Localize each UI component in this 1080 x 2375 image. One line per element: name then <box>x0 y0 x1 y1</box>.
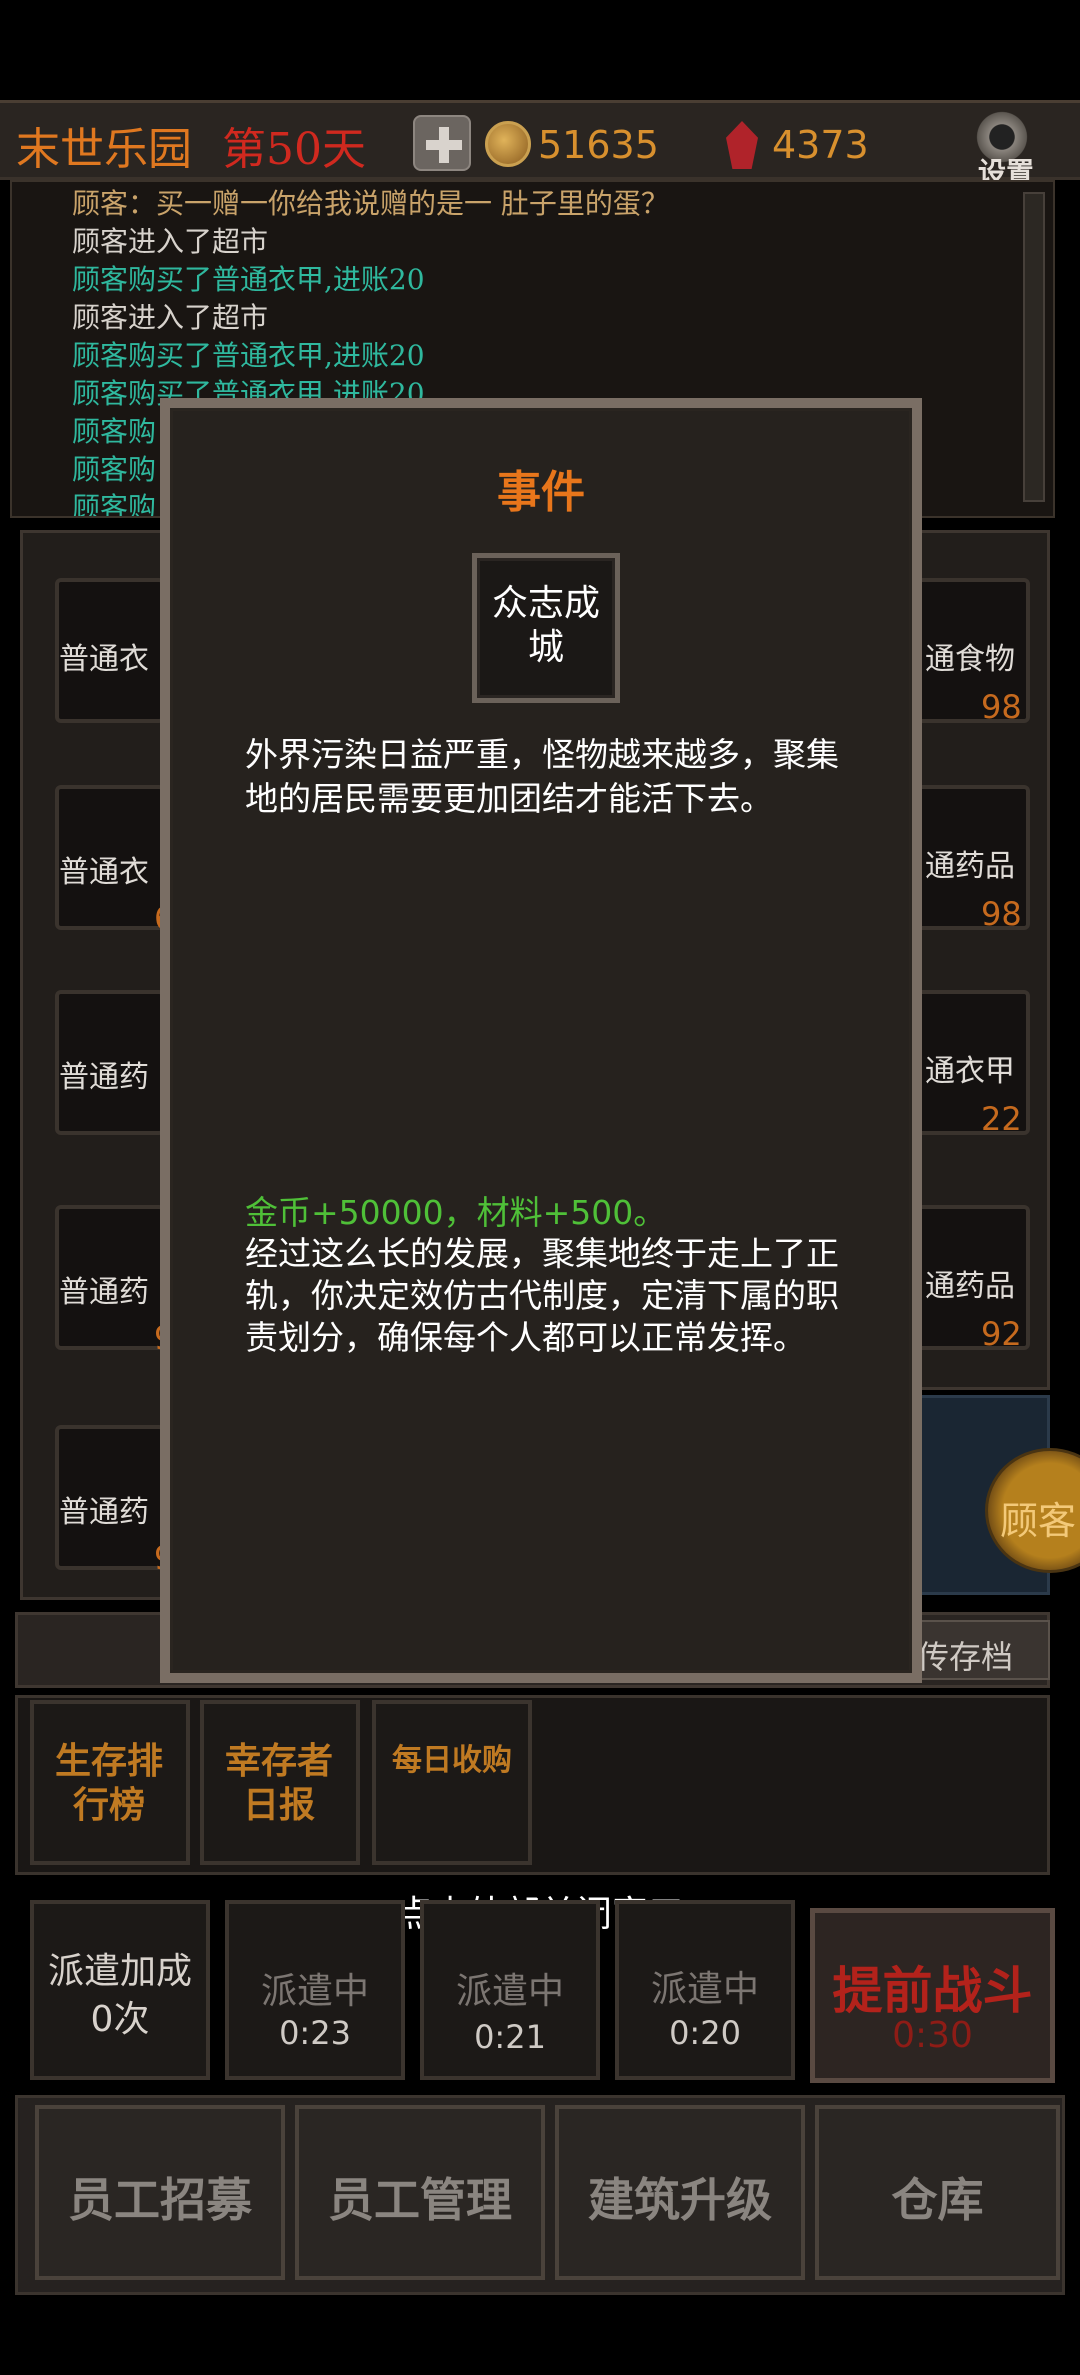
early-battle-button[interactable]: 提前战斗 0:30 <box>810 1908 1055 2083</box>
nav-staff-management-label: 员工管理 <box>328 2173 512 2227</box>
gem-icon <box>726 121 758 169</box>
shelf-slot-label: 通食物 <box>925 642 1015 677</box>
log-line: 顾客购 <box>72 453 157 486</box>
day-counter: 第50天 <box>222 124 366 175</box>
daily-purchase-label: 每日收购 <box>392 1743 512 1778</box>
add-currency-button[interactable] <box>413 115 471 171</box>
shelf-slot-count: 98 <box>981 895 1022 933</box>
shelf-slot-count: 92 <box>981 1315 1022 1353</box>
log-scrollbar[interactable] <box>1023 192 1045 502</box>
shelf-slot-count: 98 <box>981 688 1022 726</box>
daily-purchase-button[interactable]: 每日收购 <box>372 1700 532 1865</box>
survival-ranking-label: 生存排行榜 <box>54 1740 163 1826</box>
save-button-label: 传存档 <box>917 1638 1014 1676</box>
shelf-slot[interactable]: 通衣甲 22 <box>915 990 1030 1138</box>
shelf-slot[interactable]: 普通衣 <box>55 578 165 723</box>
event-description: 外界污染日益严重，怪物越来越多，聚集地的居民需要更加团结才能活下去。 <box>245 735 839 818</box>
dispatch-slot-timer: 0:20 <box>669 2014 741 2052</box>
log-line: 顾客购买了普通衣甲,进账20 <box>72 339 425 372</box>
log-line: 顾客：买一赠一你给我说赠的是一 肚子里的蛋？ <box>72 187 669 220</box>
shelf-slot-label: 普通药 <box>59 1060 149 1095</box>
log-line: 顾客购买了普通衣甲,进账20 <box>72 263 425 296</box>
event-card-name: 众志成城 <box>491 583 600 668</box>
shelf-slot[interactable]: 普通药 <box>55 990 165 1135</box>
shelf-slot[interactable]: 普通药 9 <box>55 1425 174 1577</box>
shelf-slot-label: 普通药 <box>59 1495 149 1530</box>
shelf-slot[interactable]: 通药品 98 <box>915 785 1030 933</box>
shelf-slot[interactable]: 普通药 9 <box>55 1205 174 1357</box>
dispatch-slot[interactable]: 派遣中 0:21 <box>420 1900 600 2080</box>
shelf-slot-label: 普通药 <box>59 1275 149 1310</box>
shelf-slot[interactable]: 普通衣 6 <box>55 785 174 937</box>
log-line: 顾客购 <box>72 491 157 518</box>
coin-icon <box>485 121 531 167</box>
early-battle-label: 提前战斗 <box>832 1961 1033 2020</box>
customer-button-label: 顾客 <box>1000 1499 1077 1543</box>
log-line: 顾客购 <box>72 415 157 448</box>
nav-warehouse-label: 仓库 <box>891 2173 984 2227</box>
survival-ranking-button[interactable]: 生存排行榜 <box>30 1700 190 1865</box>
survivor-daily-label: 幸存者日报 <box>224 1740 333 1826</box>
nav-recruit[interactable]: 员工招募 <box>35 2105 285 2280</box>
shelf-slot-label: 通药品 <box>925 849 1015 884</box>
dispatch-slot-label: 派遣中 <box>650 1969 759 2010</box>
game-title: 末世乐园 <box>16 124 192 175</box>
dispatch-slot[interactable]: 派遣中 0:23 <box>225 1900 405 2080</box>
top-bar: 末世乐园 第50天 51635 4373 设置 <box>0 100 1080 189</box>
dispatch-slot[interactable]: 派遣中 0:20 <box>615 1900 795 2080</box>
event-dialog: 事件 众志成城 外界污染日益严重，怪物越来越多，聚集地的居民需要更加团结才能活下… <box>160 398 922 1683</box>
shelf-slot-label: 通药品 <box>925 1269 1015 1304</box>
dispatch-slot-label: 派遣中 <box>260 1971 369 2012</box>
nav-building-upgrade-label: 建筑升级 <box>588 2173 772 2227</box>
coin-amount: 51635 <box>538 123 659 167</box>
survivor-daily-button[interactable]: 幸存者日报 <box>200 1700 360 1865</box>
dispatch-bonus-count: 0次 <box>90 1999 150 2040</box>
event-card: 众志成城 <box>472 553 620 703</box>
dispatch-bonus-label: 派遣加成 <box>47 1951 192 1992</box>
shelf-slot[interactable]: 通食物 98 <box>915 578 1030 726</box>
event-followup: 经过这么长的发展，聚集地终于走上了正轨，你决定效仿古代制度，定清下属的职责划分，… <box>245 1234 839 1357</box>
log-line: 顾客进入了超市 <box>72 301 269 334</box>
nav-recruit-label: 员工招募 <box>68 2173 252 2227</box>
dialog-title: 事件 <box>497 467 585 518</box>
early-battle-timer: 0:30 <box>892 2015 973 2056</box>
shelf-slot-label: 普通衣 <box>59 855 149 890</box>
dispatch-bonus[interactable]: 派遣加成 0次 <box>30 1900 210 2080</box>
gem-amount: 4373 <box>772 123 869 167</box>
nav-building-upgrade[interactable]: 建筑升级 <box>555 2105 805 2280</box>
shelf-slot-label: 普通衣 <box>59 642 149 677</box>
dispatch-slot-timer: 0:21 <box>474 2018 546 2056</box>
nav-warehouse[interactable]: 仓库 <box>815 2105 1060 2280</box>
event-reward: 金币+50000，材料+500。 <box>245 1193 667 1232</box>
dispatch-slot-timer: 0:23 <box>279 2014 351 2052</box>
log-line: 顾客进入了超市 <box>72 225 269 258</box>
nav-staff-management[interactable]: 员工管理 <box>295 2105 545 2280</box>
shelf-slot-count: 22 <box>981 1100 1022 1138</box>
dispatch-slot-label: 派遣中 <box>455 1971 564 2012</box>
save-button[interactable]: 传存档 <box>900 1620 1050 1680</box>
shelf-slot-label: 通衣甲 <box>925 1054 1015 1089</box>
shelf-slot[interactable]: 通药品 92 <box>915 1205 1030 1353</box>
